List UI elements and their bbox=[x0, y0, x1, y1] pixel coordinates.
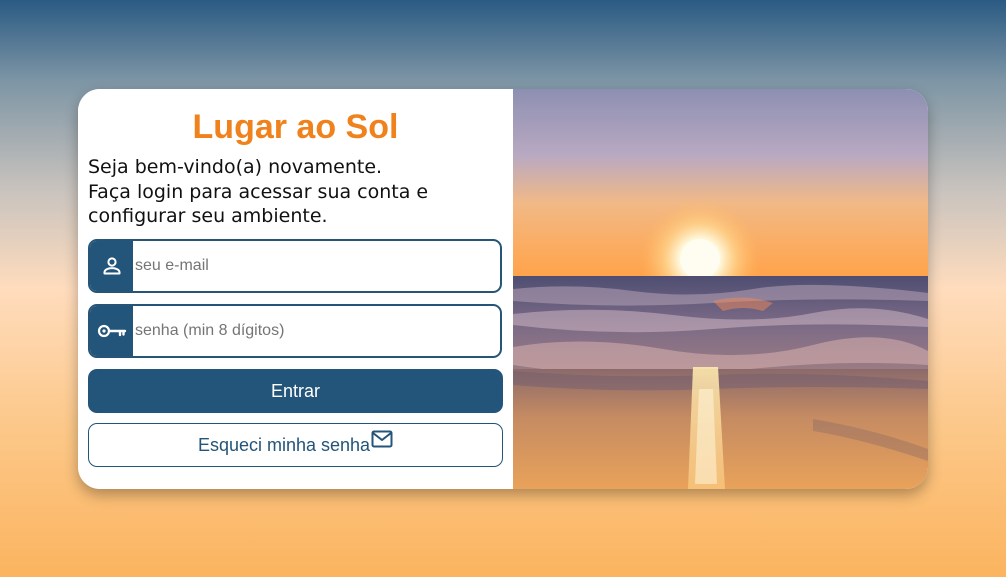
key-icon bbox=[90, 306, 133, 356]
login-card: Lugar ao Sol Seja bem-vindo(a) novamente… bbox=[78, 89, 928, 489]
forgot-password-label: Esqueci minha senha bbox=[197, 434, 371, 455]
login-panel: Lugar ao Sol Seja bem-vindo(a) novamente… bbox=[78, 89, 513, 489]
mail-icon bbox=[371, 430, 393, 448]
email-input[interactable]: seu e-mail bbox=[133, 241, 500, 291]
app-title: Lugar ao Sol bbox=[192, 108, 399, 146]
login-button[interactable]: Entrar bbox=[88, 369, 503, 413]
welcome-line: Faça login para acessar sua conta e bbox=[88, 180, 429, 203]
welcome-line: configurar seu ambiente. bbox=[88, 205, 328, 227]
sunset-beach-photo bbox=[513, 89, 928, 489]
password-input[interactable]: senha (min 8 dígitos) bbox=[133, 306, 500, 356]
person-icon bbox=[90, 241, 133, 291]
email-field[interactable]: seu e-mail bbox=[88, 239, 502, 293]
welcome-line: Seja bem-vindo(a) novamente. bbox=[88, 156, 383, 178]
password-field[interactable]: senha (min 8 dígitos) bbox=[88, 304, 502, 358]
welcome-text: Seja bem-vindo(a) novamente. Faça login … bbox=[88, 155, 508, 229]
forgot-password-button[interactable]: Esqueci minha senha bbox=[88, 423, 503, 467]
